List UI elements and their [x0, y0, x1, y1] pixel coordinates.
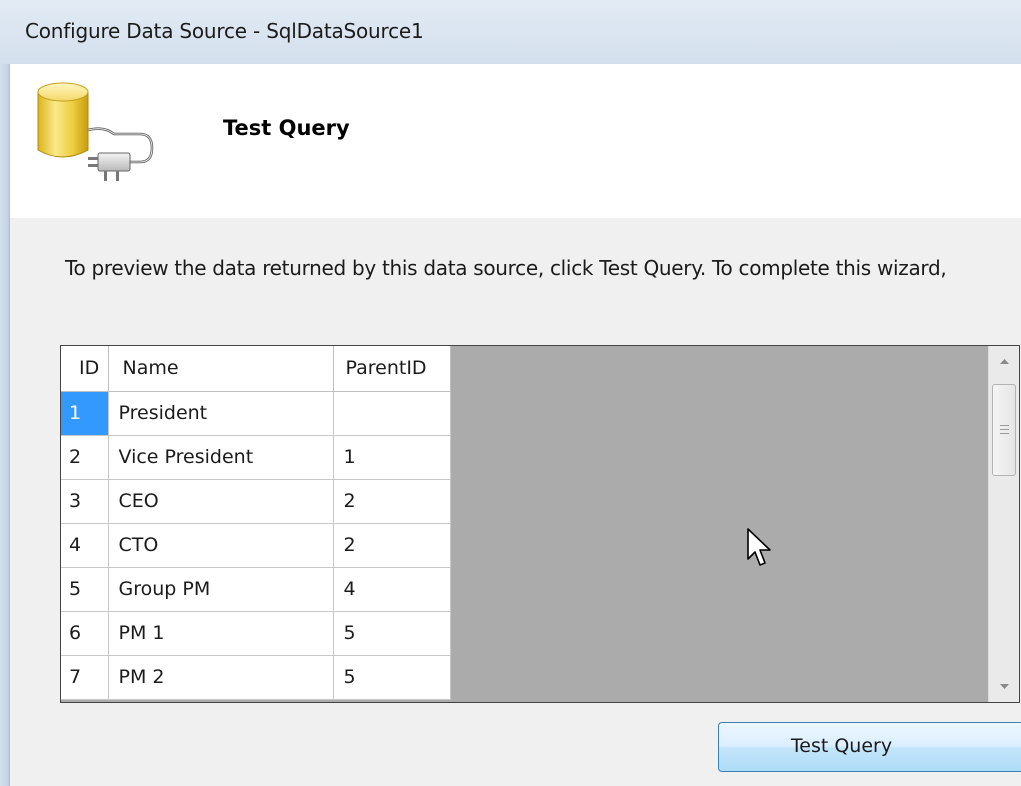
- cell-parentid[interactable]: 2: [332, 522, 451, 568]
- scroll-thumb[interactable]: [992, 384, 1016, 476]
- page-title: Test Query: [223, 116, 350, 140]
- wizard-content: To preview the data returned by this dat…: [10, 218, 1021, 786]
- cell-id[interactable]: 4: [61, 522, 109, 568]
- database-plug-icon: [37, 82, 154, 181]
- cell-parentid[interactable]: 5: [332, 610, 451, 656]
- title-bar[interactable]: Configure Data Source - SqlDataSource1: [0, 0, 1021, 64]
- cell-parentid[interactable]: [332, 390, 451, 436]
- table-row: 4 CTO 2: [61, 522, 451, 568]
- instructions-text: To preview the data returned by this dat…: [65, 256, 947, 280]
- test-query-button-label: Test Query: [790, 735, 893, 757]
- column-header-name[interactable]: Name: [107, 346, 334, 392]
- cell-name[interactable]: Vice President: [107, 434, 334, 480]
- test-query-button[interactable]: Test Query: [718, 722, 1021, 772]
- window-title: Configure Data Source - SqlDataSource1: [25, 19, 424, 43]
- header-row: ID Name ParentID: [61, 346, 451, 392]
- table-row: 3 CEO 2: [61, 478, 451, 524]
- cell-id[interactable]: 1: [61, 390, 109, 436]
- table-row: 5 Group PM 4: [61, 566, 451, 612]
- cell-parentid[interactable]: 4: [332, 566, 451, 612]
- column-header-parentid[interactable]: ParentID: [332, 346, 451, 392]
- grip-line: [1000, 425, 1009, 426]
- column-header-id[interactable]: ID: [61, 346, 109, 392]
- cell-id[interactable]: 3: [61, 478, 109, 524]
- table-row: 1 President: [61, 390, 451, 436]
- cell-name[interactable]: CTO: [107, 522, 334, 568]
- cell-id[interactable]: 7: [61, 654, 109, 700]
- configure-data-source-window: Configure Data Source - SqlDataSource1 T…: [0, 0, 1021, 786]
- grip-line: [1000, 429, 1009, 430]
- cell-id[interactable]: 6: [61, 610, 109, 656]
- cell-name[interactable]: PM 1: [107, 610, 334, 656]
- cell-id[interactable]: 2: [61, 434, 109, 480]
- vertical-scrollbar[interactable]: [988, 346, 1019, 702]
- scroll-up-icon[interactable]: [989, 346, 1020, 376]
- wizard-header: Test Query: [10, 64, 1021, 218]
- table-row: 6 PM 1 5: [61, 610, 451, 656]
- results-table: ID Name ParentID 1 President 2 Vice Pres…: [61, 346, 451, 700]
- mouse-cursor-icon: [747, 528, 771, 566]
- window-left-border: [0, 64, 10, 786]
- scroll-down-icon[interactable]: [989, 672, 1020, 702]
- results-grid[interactable]: ID Name ParentID 1 President 2 Vice Pres…: [60, 345, 1020, 703]
- table-row: 7 PM 2 5: [61, 654, 451, 700]
- cell-name[interactable]: PM 2: [107, 654, 334, 700]
- cell-name[interactable]: Group PM: [107, 566, 334, 612]
- cell-id[interactable]: 5: [61, 566, 109, 612]
- cell-name[interactable]: President: [107, 390, 334, 436]
- cell-parentid[interactable]: 1: [332, 434, 451, 480]
- cell-name[interactable]: CEO: [107, 478, 334, 524]
- table-row: 2 Vice President 1: [61, 434, 451, 480]
- cell-parentid[interactable]: 5: [332, 654, 451, 700]
- cell-parentid[interactable]: 2: [332, 478, 451, 524]
- grip-line: [1000, 433, 1009, 434]
